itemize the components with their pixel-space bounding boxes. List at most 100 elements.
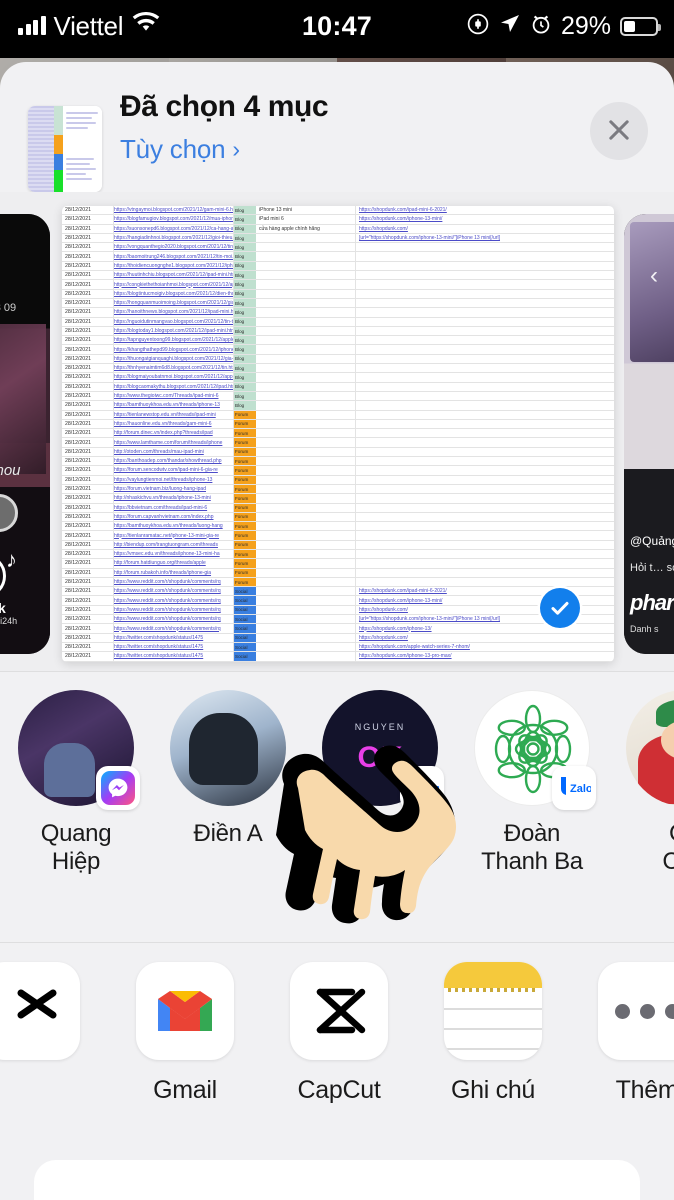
chevron-left-icon: ‹ <box>650 262 658 289</box>
cell-note <box>256 633 356 642</box>
avatar: Zalo <box>474 690 596 810</box>
table-row: 28/12/2021 https://forum.sencodwtv.com/ip… <box>62 466 614 476</box>
cell-url: https://nguoidutinmangvao.blogspot.com/2… <box>114 317 234 326</box>
cell-tag: Forum <box>234 466 256 475</box>
app-notes[interactable]: Ghi chú <box>416 962 570 1105</box>
actions-list-card[interactable] <box>34 1160 640 1200</box>
cell-tag: Blog <box>234 280 256 289</box>
cell-tag: Blog <box>234 215 256 224</box>
table-row: 28/12/2021 https://nguoidutinmangvao.blog… <box>62 317 614 327</box>
cell-note <box>256 605 356 615</box>
cell-url: https://twitter.com/shopdunk/status/1475 <box>114 652 234 661</box>
cell-url-right <box>356 308 614 316</box>
close-icon <box>605 116 633 147</box>
contact-dien-a[interactable]: Điền A <box>152 690 304 877</box>
cell-url-right <box>356 578 614 586</box>
cell-url-right <box>356 392 614 400</box>
cell-url: http://forum.rubakoh.info/threads/iphone… <box>114 568 234 577</box>
cell-tag: Forum <box>234 419 256 429</box>
table-row: 28/12/2021 https://bamthuoykhoa.edu.vn/th… <box>62 401 614 411</box>
cell-url: https://twitter.com/shopdunk/status/1475 <box>114 642 234 652</box>
cell-url: https://forum.capvanhvietnam.com/index.p… <box>114 512 234 522</box>
cell-url-right <box>356 290 614 298</box>
cell-date: 28/12/2021 <box>62 429 114 438</box>
battery-icon <box>620 17 661 36</box>
cell-tag: Forum <box>234 540 256 549</box>
cell-tag: Forum <box>234 503 256 512</box>
cell-url-right <box>356 485 614 493</box>
preview-carousel[interactable]: 23 08 48 09 imou ♪ TikTok @goi.cuoi24h :… <box>0 192 674 672</box>
cell-note <box>256 401 356 410</box>
close-button[interactable] <box>590 102 648 160</box>
table-row: 28/12/2021 https://twitter.com/shopdunk/s… <box>62 642 614 653</box>
table-row: 28/12/2021 https://www.reddit.com/r/shopd… <box>62 587 614 597</box>
cell-url-right <box>356 383 614 391</box>
cell-note <box>256 587 356 596</box>
table-row: 28/12/2021 https://twitter.com/shopdunk/s… <box>62 652 614 662</box>
action-row[interactable] <box>34 1160 640 1200</box>
cell-tag: Forum <box>234 438 256 447</box>
app-suggestions-row[interactable]: Gmail CapCut Ghi chú Thêm <box>0 942 674 1142</box>
cell-url: https://hanoithnews.blogspot.com/2021/12… <box>114 308 234 317</box>
table-row: 28/12/2021 https://vongquanthegio2020.blo… <box>62 243 614 253</box>
cell-note <box>256 336 356 345</box>
contact-suggestions-row[interactable]: Quang Hiệp Điền A NGUYEN OK Zalo ớp nh -… <box>0 672 674 942</box>
cell-tag: Blog <box>234 336 256 345</box>
cell-url-right <box>356 318 614 326</box>
cell-tag: Forum <box>234 559 256 568</box>
contact-christmas[interactable]: ChChu <box>608 690 674 877</box>
cell-tag: Social <box>234 633 256 642</box>
table-row: 28/12/2021 https://www.reddit.com/r/shopd… <box>62 615 614 625</box>
cell-note <box>256 373 356 382</box>
checkmark-circle-icon[interactable] <box>540 588 580 628</box>
cell-url-right <box>356 299 614 307</box>
cell-note <box>256 429 356 438</box>
table-row: 28/12/2021 https://www.reddit.com/r/shopd… <box>62 577 614 588</box>
cell-url: https://forum.vietnam.biz/luong-hang-ipa… <box>114 484 234 494</box>
contact-doan-thanh-ba[interactable]: Zalo Đoàn Thanh Ba <box>456 690 608 877</box>
preview-item-tiktok-video[interactable]: 23 08 48 09 imou ♪ TikTok @goi.cuoi24h :… <box>0 214 50 654</box>
cell-date: 28/12/2021 <box>62 494 114 503</box>
cell-note <box>256 484 356 494</box>
contact-nguyen-ok[interactable]: NGUYEN OK Zalo ớp nh -… <box>304 690 456 877</box>
gmail-icon <box>136 962 234 1060</box>
table-row: 28/12/2021 https://suonsonepd6.blogspot.c… <box>62 224 614 234</box>
contact-quang-hiep[interactable]: Quang Hiệp <box>0 690 152 877</box>
table-row: 28/12/2021 https://www.lamthame.com/forum… <box>62 438 614 448</box>
cell-url-right <box>356 476 614 484</box>
app-more[interactable]: Thêm <box>570 962 674 1105</box>
preview-item-photo[interactable]: ‹ @Quảng Hỏi t… sở dó … ✓ phar Danh s <box>624 214 674 654</box>
video-timestamp: 23 08 48 09 <box>0 302 17 314</box>
cell-date: 28/12/2021 <box>62 280 114 289</box>
app-partial[interactable] <box>0 962 108 1105</box>
share-sheet: Đã chọn 4 mục Tùy chọn › 23 08 48 09 imo… <box>0 62 674 1200</box>
table-row: 28/12/2021 https://www.reddit.com/r/shopd… <box>62 596 614 606</box>
cell-tag: Blog <box>234 308 256 317</box>
capcut-partial-icon <box>0 962 80 1060</box>
table-row: 28/12/2021 https://blogmaiyoubatnmoi.blog… <box>62 373 614 383</box>
cell-url: https://tienlanewstop.edu.vn/threads/ipa… <box>114 410 234 419</box>
table-row: 28/12/2021 http://otoden.com/threads/mau-… <box>62 447 614 458</box>
page-title: Đã chọn 4 mục <box>120 90 329 123</box>
table-row: 28/12/2021 https://blogfamugiov.blogspot.… <box>62 215 614 225</box>
cell-tag: Social <box>234 652 256 661</box>
cell-date: 28/12/2021 <box>62 438 114 447</box>
cell-url: https://vmsec.edu.vn/threads/iphone-13-m… <box>114 549 234 559</box>
cell-note <box>256 559 356 568</box>
chevron-right-icon: › <box>232 136 240 162</box>
options-link[interactable]: Tùy chọn › <box>120 134 240 165</box>
cell-note <box>256 317 356 326</box>
app-gmail[interactable]: Gmail <box>108 962 262 1105</box>
cell-url-right: https://shopdunk.com/ <box>359 634 408 641</box>
selected-spreadsheet-screenshot[interactable]: 28/12/2021 https://vtngaymoi.blogspot.com… <box>62 206 614 662</box>
rotation-lock-icon <box>466 12 490 41</box>
app-capcut[interactable]: CapCut <box>262 962 416 1105</box>
cell-tag: Forum <box>234 512 256 522</box>
table-row: 28/12/2021 http://forum.hatdiunguo.org/th… <box>62 559 614 569</box>
cell-tag: Forum <box>234 577 256 587</box>
cell-date: 28/12/2021 <box>62 522 114 531</box>
cell-date: 28/12/2021 <box>62 615 114 624</box>
table-row: 28/12/2021 https://blogtintucmoigiv.blogs… <box>62 289 614 299</box>
cell-url: https://www.lamthame.com/forum/threads/i… <box>114 438 234 447</box>
cell-url-right <box>356 420 614 428</box>
